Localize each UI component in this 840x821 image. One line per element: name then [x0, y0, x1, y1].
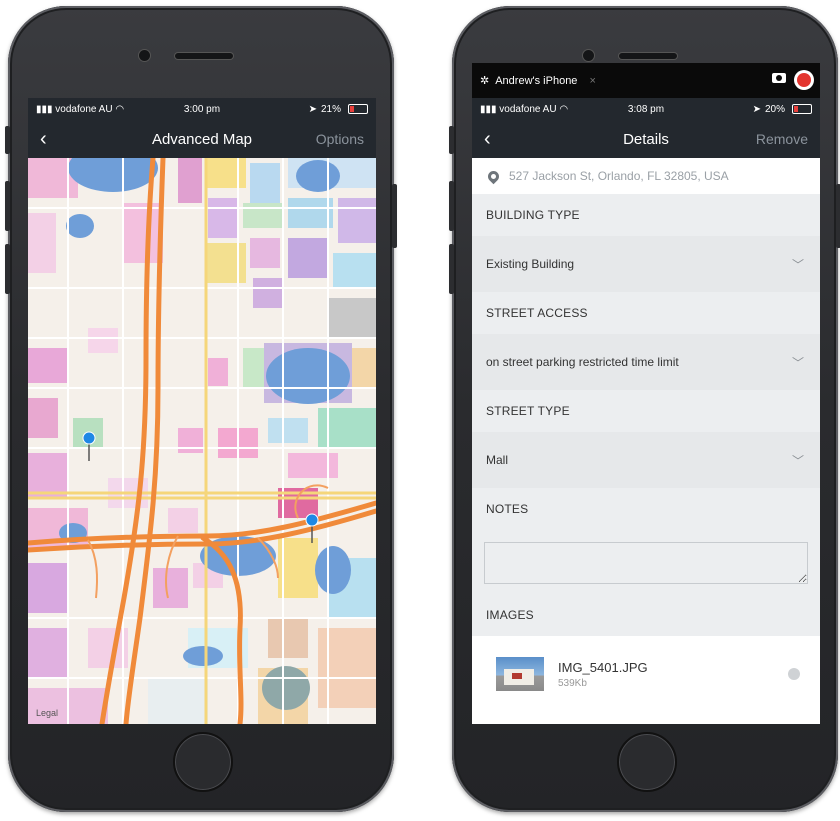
map-screen: ▮▮▮ vodafone AU ◠ 3:00 pm ➤ 21% ‹ Advanc… [28, 98, 376, 724]
status-bar: ▮▮▮ vodafone AU ◠ 3:00 pm ➤ 21% [28, 98, 376, 120]
map-view[interactable]: Legal [28, 158, 376, 724]
back-button[interactable]: ‹ [484, 128, 491, 151]
street-type-value: Mall [486, 453, 509, 467]
address-text: 527 Jackson St, Orlando, FL 32805, USA [509, 169, 729, 183]
options-button[interactable]: Options [316, 131, 364, 147]
upload-status-icon [788, 668, 800, 680]
building-type-select[interactable]: Existing Building ﹀ [472, 236, 820, 292]
earpiece-speaker [175, 53, 233, 59]
gear-icon[interactable]: ✲ [480, 74, 489, 87]
street-access-label: STREET ACCESS [472, 292, 820, 334]
street-access-select[interactable]: on street parking restricted time limit … [472, 334, 820, 390]
notes-label: NOTES [472, 488, 820, 530]
home-button [617, 732, 677, 792]
device-name: Andrew's iPhone [495, 74, 578, 87]
address-row: 527 Jackson St, Orlando, FL 32805, USA [472, 158, 820, 194]
chevron-down-icon: ﹀ [791, 257, 804, 272]
notes-container [472, 530, 820, 594]
status-bar: ▮▮▮ vodafone AU ◠ 3:08 pm ➤ 20% [472, 98, 820, 120]
notes-field[interactable] [484, 542, 808, 584]
power-button [836, 184, 840, 248]
images-label: IMAGES [472, 594, 820, 636]
back-button[interactable]: ‹ [40, 128, 47, 151]
building-type-value: Existing Building [486, 257, 575, 271]
battery-icon [348, 104, 368, 114]
front-camera [583, 50, 594, 61]
image-name: IMG_5401.JPG [558, 659, 648, 675]
status-time: 3:00 pm [183, 103, 221, 115]
legal-link[interactable]: Legal [36, 708, 58, 718]
nav-bar: ‹ Advanced Map Options [28, 120, 376, 158]
image-thumbnail [496, 657, 544, 691]
volume-up-button [449, 181, 454, 231]
left-phone: ▮▮▮ vodafone AU ◠ 3:00 pm ➤ 21% ‹ Advanc… [5, 6, 397, 812]
chevron-down-icon: ﹀ [791, 453, 804, 468]
right-phone: ✲ Andrew's iPhone × ▮▮▮ vodafone AU ◠ 3:… [449, 6, 840, 812]
volume-up-button [5, 181, 10, 231]
mute-switch [5, 126, 10, 154]
map-canvas [28, 158, 376, 724]
camera-icon[interactable] [772, 73, 786, 83]
volume-down-button [5, 244, 10, 294]
image-info: IMG_5401.JPG 539Kb [558, 660, 648, 689]
recording-bar: ✲ Andrew's iPhone × [472, 63, 820, 98]
battery-icon [792, 104, 812, 114]
image-size: 539Kb [558, 677, 587, 689]
street-access-value: on street parking restricted time limit [486, 355, 679, 369]
street-type-select[interactable]: Mall ﹀ [472, 432, 820, 488]
remove-button[interactable]: Remove [756, 131, 808, 147]
close-icon[interactable]: × [589, 75, 595, 87]
mute-switch [449, 126, 454, 154]
nav-bar: ‹ Details Remove [472, 120, 820, 158]
earpiece-speaker [619, 53, 677, 59]
chevron-down-icon: ﹀ [791, 355, 804, 370]
record-button[interactable] [794, 70, 814, 90]
list-item[interactable]: IMG_5401.JPG 539Kb [472, 636, 820, 691]
home-button [173, 732, 233, 792]
front-camera [139, 50, 150, 61]
details-form: 527 Jackson St, Orlando, FL 32805, USA B… [472, 158, 820, 691]
street-type-label: STREET TYPE [472, 390, 820, 432]
status-time: 3:08 pm [627, 103, 665, 115]
volume-down-button [449, 244, 454, 294]
power-button [392, 184, 397, 248]
location-pin-icon [485, 168, 502, 184]
details-screen: ✲ Andrew's iPhone × ▮▮▮ vodafone AU ◠ 3:… [472, 63, 820, 724]
building-type-label: BUILDING TYPE [472, 194, 820, 236]
